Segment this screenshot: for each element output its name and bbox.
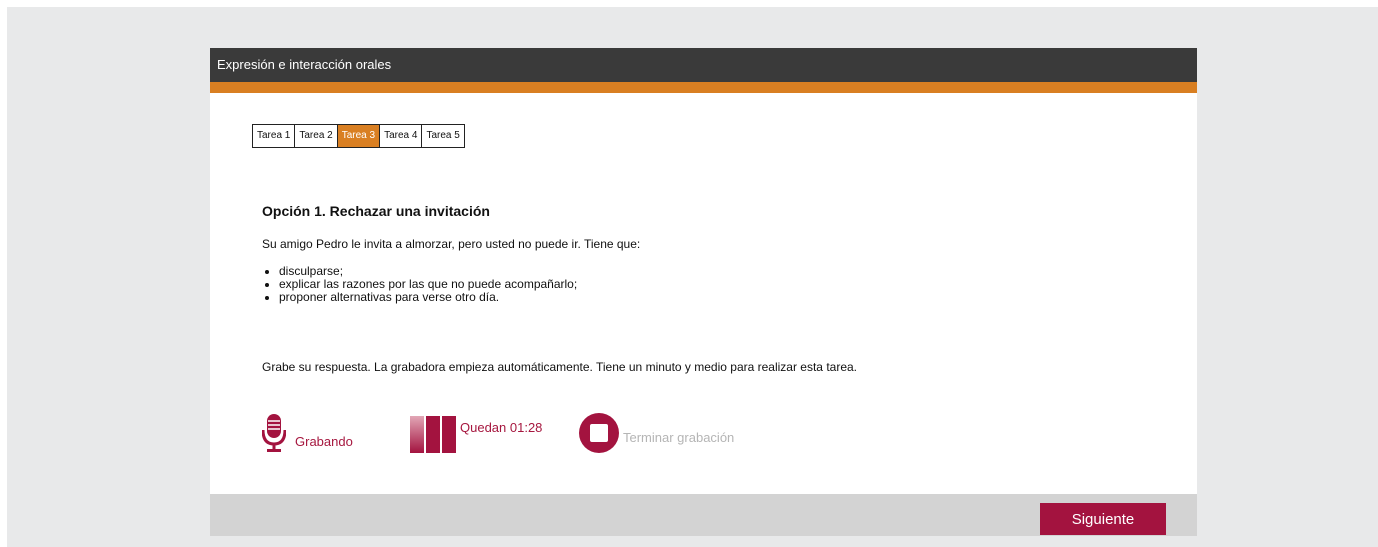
task-instruction: Grabe su respuesta. La grabadora empieza…: [262, 360, 858, 374]
task-title: Opción 1. Rechazar una invitación: [262, 203, 490, 219]
stop-icon: [579, 413, 619, 458]
list-item: proponer alternativas para verse otro dí…: [279, 291, 1142, 304]
tab-tarea-4[interactable]: Tarea 4: [380, 125, 423, 147]
app-frame: Expresión e interacción orales Tarea 1 T…: [7, 7, 1378, 547]
time-remaining-label: Quedan 01:28: [460, 419, 543, 435]
header-accent-stripe: [210, 82, 1197, 93]
exam-panel: Expresión e interacción orales Tarea 1 T…: [210, 48, 1197, 536]
recording-status: Grabando: [261, 413, 353, 460]
next-button[interactable]: Siguiente: [1040, 503, 1166, 535]
tab-tarea-3[interactable]: Tarea 3: [337, 125, 381, 147]
section-title: Expresión e interacción orales: [217, 57, 392, 72]
tab-tarea-2[interactable]: Tarea 2: [295, 125, 338, 147]
task-content: Opción 1. Rechazar una invitación Su ami…: [262, 202, 1142, 374]
section-header: Expresión e interacción orales: [210, 48, 1197, 82]
recorder-controls: Grabando Quedan 01:28 Terminar grabación: [261, 409, 962, 460]
tab-tarea-1[interactable]: Tarea 1: [253, 125, 296, 147]
stop-recording-label: Terminar grabación: [623, 430, 735, 445]
microphone-icon: [261, 413, 287, 460]
time-remaining: Quedan 01:28: [410, 416, 542, 458]
time-bars-icon: [410, 416, 456, 458]
tab-tarea-5[interactable]: Tarea 5: [422, 125, 464, 147]
stop-recording-button[interactable]: Terminar grabación: [579, 413, 734, 458]
task-tabs: Tarea 1 Tarea 2 Tarea 3 Tarea 4 Tarea 5: [252, 124, 465, 148]
recording-status-label: Grabando: [295, 434, 353, 449]
task-bullet-list: disculparse; explicar las razones por la…: [262, 265, 1142, 304]
footer-bar: Siguiente: [210, 494, 1197, 536]
task-intro: Su amigo Pedro le invita a almorzar, per…: [262, 237, 641, 251]
